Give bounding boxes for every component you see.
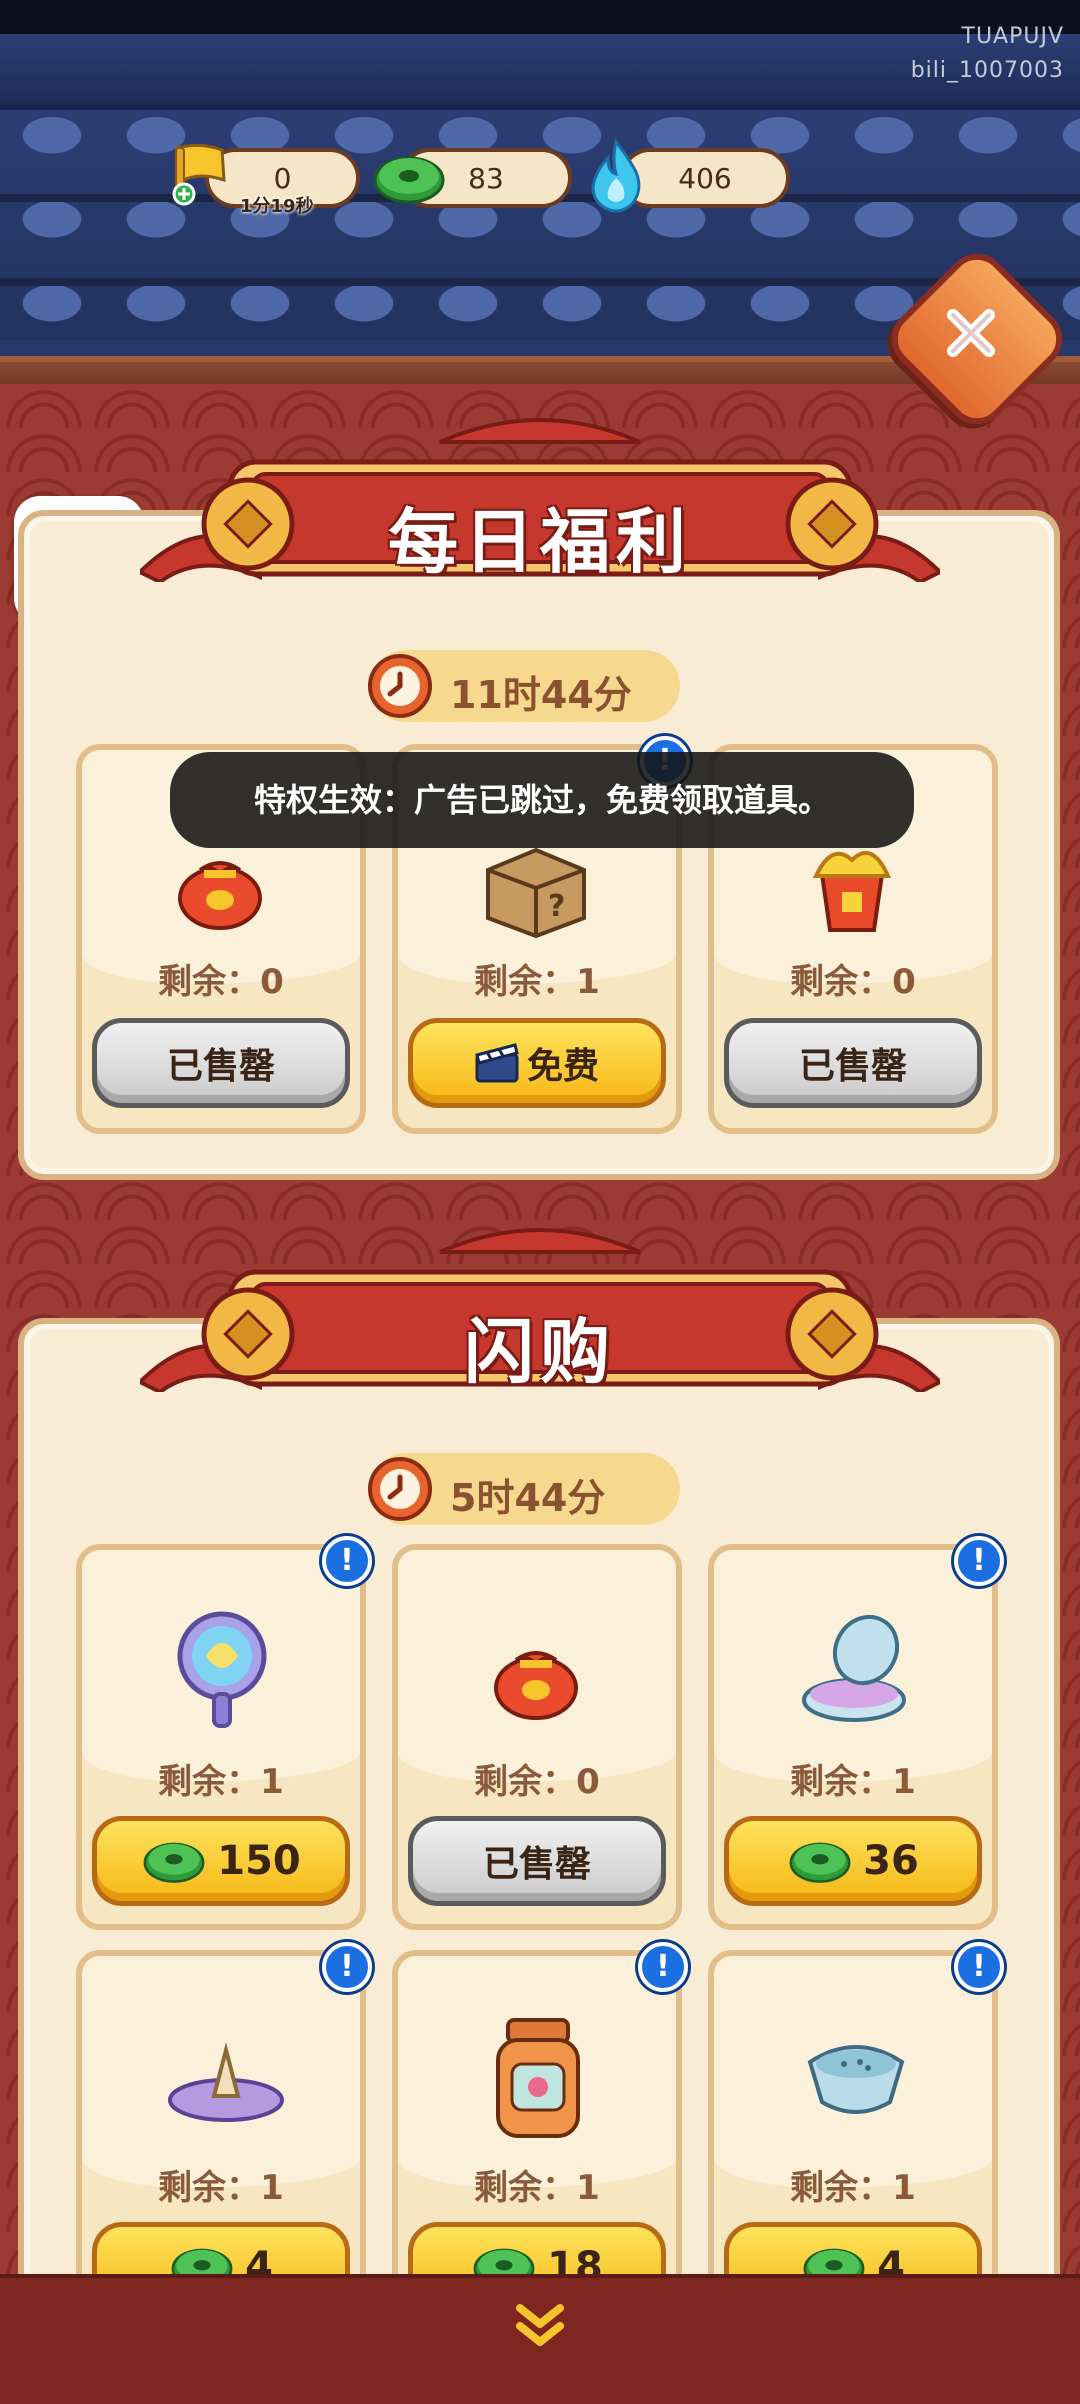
- incense-cone-icon: [168, 2042, 284, 2122]
- status-bar: [0, 0, 1080, 34]
- stamina-timer: 1分19秒: [240, 196, 314, 217]
- privilege-toast: 特权生效：广告已跳过，免费领取道具。: [170, 752, 914, 848]
- flash-card-2-remain: 剩余：0: [474, 1762, 600, 1802]
- close-button[interactable]: [908, 270, 1034, 396]
- watermark-line-2: bili_1007003: [910, 58, 1064, 83]
- daily-card-2-remain: 剩余：1: [474, 962, 600, 1002]
- flash-card-5-remain: 剩余：1: [474, 2168, 600, 2208]
- flash-banner: 闪购: [136, 1212, 944, 1395]
- info-badge-icon[interactable]: !: [954, 1536, 1004, 1586]
- daily-card-1-soldout-button[interactable]: 已售罄: [92, 1018, 350, 1108]
- daily-banner: 每日福利: [136, 402, 944, 585]
- flash-card-1-buy-button[interactable]: 150: [92, 1816, 350, 1906]
- blue-flame-icon: [591, 138, 641, 213]
- flash-card-2-soldout-button[interactable]: 已售罄: [408, 1816, 666, 1906]
- info-badge-icon[interactable]: !: [322, 1536, 372, 1586]
- flash-card-3-price: 36: [863, 1838, 919, 1884]
- info-badge-icon[interactable]: !: [954, 1942, 1004, 1992]
- green-coin-icon: [789, 1842, 851, 1883]
- close-icon: [947, 309, 995, 357]
- chevron-down-icon[interactable]: [510, 2300, 570, 2350]
- clock-icon: [368, 1457, 432, 1521]
- flash-card-4-remain: 剩余：1: [158, 2168, 284, 2208]
- red-pouch-icon: [178, 861, 262, 930]
- flash-title: 闪购: [464, 1311, 616, 1393]
- daily-title: 每日福利: [388, 501, 692, 583]
- daily-timer-text: 11时44分: [450, 673, 632, 717]
- clock-icon: [368, 654, 432, 718]
- flash-card-3-buy-button[interactable]: 36: [724, 1816, 982, 1906]
- flash-card-3: 剩余：1 36: [708, 1544, 998, 1930]
- green-coin-icon: [373, 156, 445, 204]
- flash-card-1-price: 150: [217, 1838, 301, 1884]
- flash-card-2: 剩余：0 已售罄: [392, 1544, 682, 1930]
- daily-card-1-remain: 剩余：0: [158, 962, 284, 1002]
- flash-timer: 5时44分: [368, 1453, 680, 1525]
- video-clapper-icon: [475, 1043, 519, 1083]
- info-badge-icon[interactable]: !: [638, 1942, 688, 1992]
- bowl-icon: [807, 2045, 905, 2114]
- magic-mirror-icon: [177, 1611, 267, 1728]
- yellow-flag-icon: [172, 143, 226, 206]
- free-label: 免费: [526, 1046, 599, 1087]
- flash-card-6-remain: 剩余：1: [790, 2168, 916, 2208]
- daily-timer: 11时44分: [368, 650, 680, 722]
- jar-icon: [496, 2018, 580, 2138]
- daily-card-2-free-button[interactable]: 免费: [408, 1018, 666, 1108]
- flash-card-1: 剩余：1 150: [76, 1544, 366, 1930]
- flash-timer-text: 5时44分: [450, 1476, 606, 1520]
- red-pouch-icon: [494, 1651, 578, 1720]
- daily-card-3-remain: 剩余：0: [790, 962, 916, 1002]
- svg-text:?: ?: [548, 889, 565, 924]
- watermark-line-1: TUAPUJV: [961, 24, 1064, 49]
- green-coin-icon: [143, 1842, 205, 1883]
- compact-case-icon: [802, 1614, 906, 1722]
- info-badge-icon[interactable]: !: [322, 1942, 372, 1992]
- daily-card-3-soldout-button[interactable]: 已售罄: [724, 1018, 982, 1108]
- flash-card-1-remain: 剩余：1: [158, 1762, 284, 1802]
- flash-card-3-remain: 剩余：1: [790, 1762, 916, 1802]
- fire-value: 406: [678, 162, 732, 195]
